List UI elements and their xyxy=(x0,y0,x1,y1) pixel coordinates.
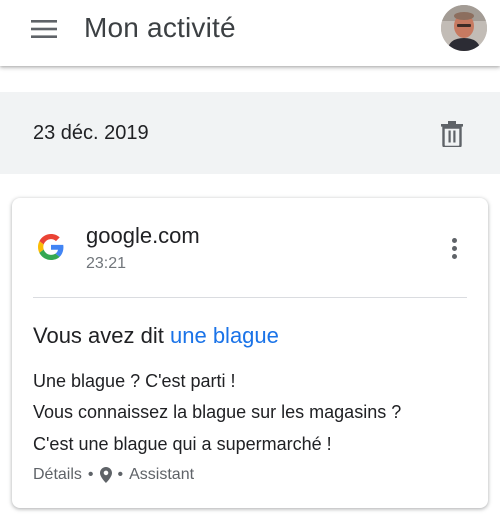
more-options-button[interactable] xyxy=(444,232,464,264)
location-pin-icon xyxy=(99,467,112,483)
hamburger-menu-icon xyxy=(31,20,57,38)
user-avatar-photo xyxy=(441,5,487,51)
menu-button[interactable] xyxy=(20,9,68,49)
voice-query-line: Vous avez dit une blague xyxy=(33,322,279,350)
site-name: google.com xyxy=(86,223,200,248)
assistant-reply-line: Une blague ? C'est parti ! xyxy=(33,371,236,391)
activity-card: google.com 23:21 Vous avez dit une blagu… xyxy=(12,198,488,508)
avatar[interactable] xyxy=(441,5,487,51)
activity-date: 23 déc. 2019 xyxy=(33,122,149,144)
assistant-reply-line: Vous connaissez la blague sur les magasi… xyxy=(33,402,402,422)
activity-meta: Détails • • Assistant xyxy=(33,465,194,485)
google-g-logo-icon xyxy=(38,234,64,260)
page-title: Mon activité xyxy=(84,12,236,43)
google-logo xyxy=(38,234,64,260)
more-vert-icon-dot xyxy=(451,253,457,259)
more-vert-icon-dot xyxy=(451,245,457,251)
date-header: 23 déc. 2019 xyxy=(0,92,500,174)
divider xyxy=(33,297,467,298)
query-prefix: Vous avez dit xyxy=(33,323,164,348)
app-bar: Mon activité xyxy=(0,0,500,66)
trash-icon xyxy=(441,121,463,147)
activity-time: 23:21 xyxy=(86,255,127,272)
delete-button[interactable] xyxy=(436,118,468,150)
meta-separator: • xyxy=(87,466,94,483)
assistant-reply-line: C'est une blague qui a supermarché ! xyxy=(33,434,332,454)
details-link[interactable]: Détails xyxy=(33,465,82,485)
query-link[interactable]: une blague xyxy=(170,323,279,348)
meta-separator: • xyxy=(117,466,124,483)
source-label: Assistant xyxy=(129,466,195,483)
more-vert-icon xyxy=(451,237,457,243)
location-button[interactable] xyxy=(99,467,112,483)
